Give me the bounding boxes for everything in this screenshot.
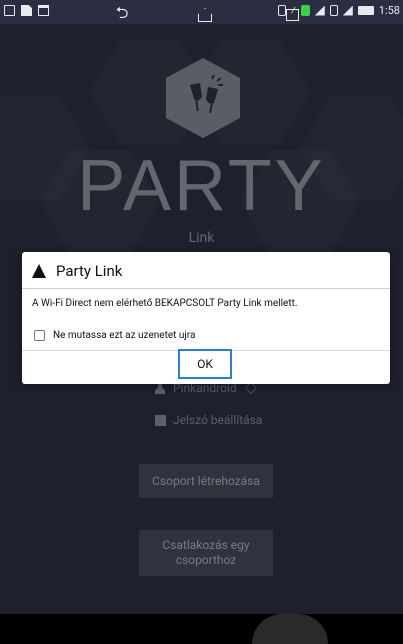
notification-icons bbox=[4, 5, 49, 16]
calendar-icon bbox=[4, 5, 15, 16]
dialog-title: Party Link bbox=[56, 262, 123, 280]
divider bbox=[22, 288, 390, 289]
dont-show-again-checkbox[interactable] bbox=[34, 330, 45, 341]
navigation-bar bbox=[0, 614, 403, 644]
battery-icon bbox=[357, 6, 374, 15]
back-icon[interactable]: ⮌ bbox=[110, 3, 134, 25]
recent-apps-icon[interactable] bbox=[280, 5, 304, 25]
home-icon[interactable] bbox=[193, 5, 217, 25]
signal-icon bbox=[314, 5, 325, 16]
screen: ⁄ 1:58 PARTY Link Pinkandroid Jelszó beá… bbox=[0, 0, 403, 644]
alert-dialog: Party Link A Wi-Fi Direct nem elérhető B… bbox=[22, 252, 390, 384]
clock: 1:58 bbox=[378, 4, 400, 17]
dont-show-again-option[interactable]: Ne mutassa ezt az uzenetet ujra bbox=[34, 330, 195, 341]
window-icon bbox=[38, 5, 49, 16]
wifi-signal-icon bbox=[342, 5, 353, 16]
warning-icon bbox=[32, 264, 46, 278]
dont-show-again-label: Ne mutassa ezt az uzenetet ujra bbox=[53, 330, 196, 341]
dialog-message: A Wi-Fi Direct nem elérhető BEKAPCSOLT P… bbox=[32, 298, 298, 309]
dialog-header: Party Link bbox=[32, 262, 122, 280]
ok-button[interactable]: OK bbox=[178, 349, 232, 379]
document-icon bbox=[21, 5, 32, 16]
sim-icon bbox=[329, 5, 338, 16]
